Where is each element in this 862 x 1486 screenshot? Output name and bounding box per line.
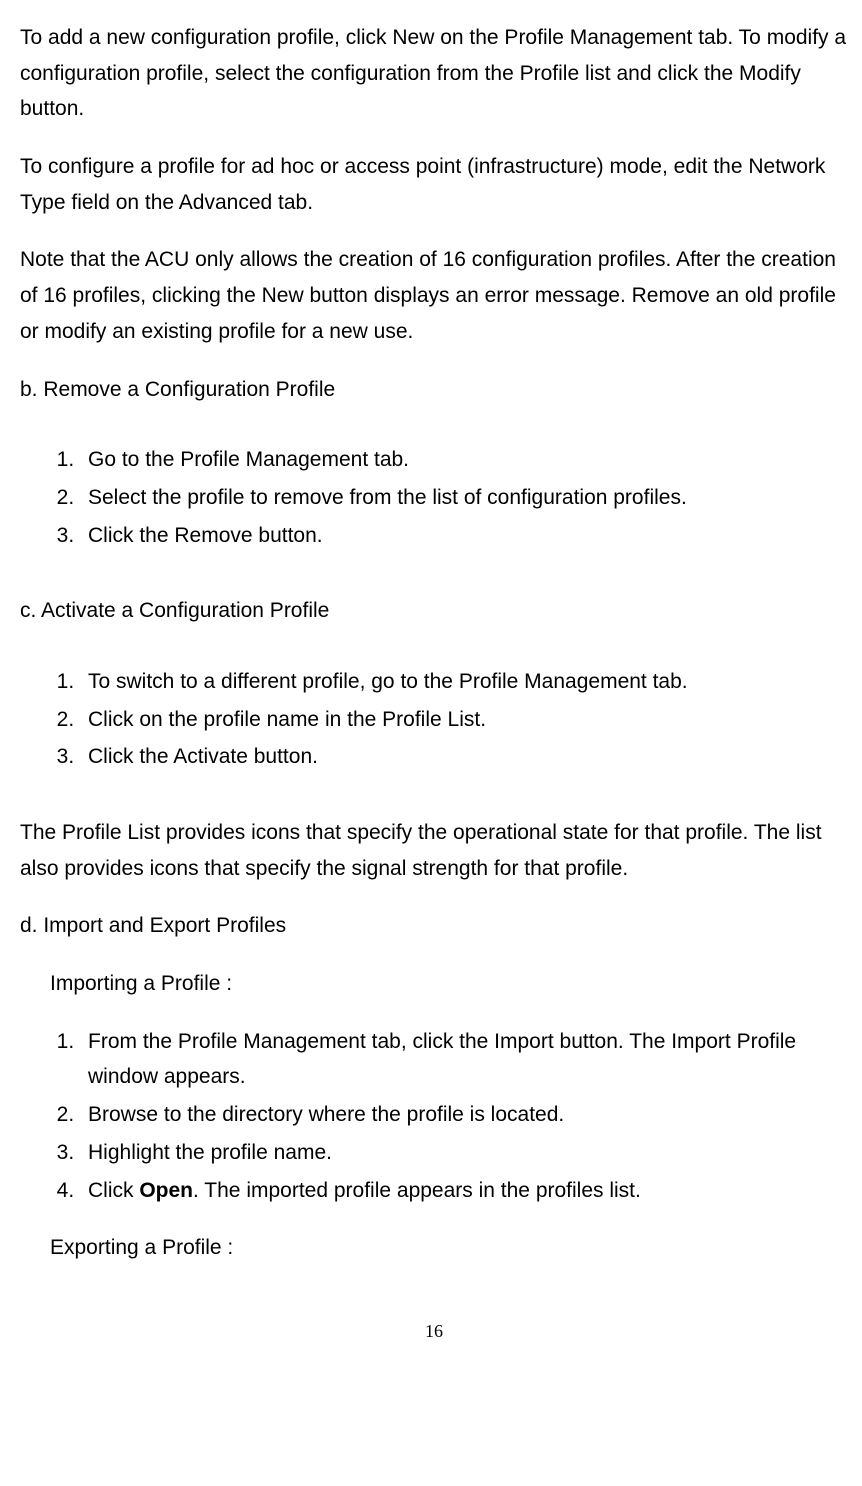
paragraph-configure-profile: To configure a profile for ad hoc or acc… xyxy=(20,149,848,220)
paragraph-add-profile: To add a new configuration profile, clic… xyxy=(20,20,848,127)
page-number: 16 xyxy=(20,1316,848,1347)
list-import-profile: From the Profile Management tab, click t… xyxy=(20,1024,848,1208)
list-item: Highlight the profile name. xyxy=(80,1135,848,1171)
list-item: Click on the profile name in the Profile… xyxy=(80,702,848,738)
list-item: Select the profile to remove from the li… xyxy=(80,480,848,516)
paragraph-profile-list-icons: The Profile List provides icons that spe… xyxy=(20,815,848,886)
list-item: To switch to a different profile, go to … xyxy=(80,664,848,700)
heading-exporting: Exporting a Profile : xyxy=(20,1230,848,1266)
list-item-text: . The imported profile appears in the pr… xyxy=(193,1179,641,1202)
list-item: Click the Remove button. xyxy=(80,518,848,554)
heading-remove-profile: b. Remove a Configuration Profile xyxy=(20,372,848,408)
bold-open: Open xyxy=(139,1179,193,1202)
heading-importing: Importing a Profile : xyxy=(20,966,848,1002)
list-item: Click Open. The imported profile appears… xyxy=(80,1173,848,1209)
paragraph-acu-note: Note that the ACU only allows the creati… xyxy=(20,242,848,349)
list-activate-profile: To switch to a different profile, go to … xyxy=(20,664,848,775)
heading-activate-profile: c. Activate a Configuration Profile xyxy=(20,593,848,629)
list-item: Go to the Profile Management tab. xyxy=(80,442,848,478)
heading-import-export: d. Import and Export Profiles xyxy=(20,908,848,944)
list-item: From the Profile Management tab, click t… xyxy=(80,1024,848,1095)
list-item-text: Click xyxy=(88,1179,139,1202)
list-remove-profile: Go to the Profile Management tab. Select… xyxy=(20,442,848,553)
list-item: Click the Activate button. xyxy=(80,739,848,775)
list-item: Browse to the directory where the profil… xyxy=(80,1097,848,1133)
